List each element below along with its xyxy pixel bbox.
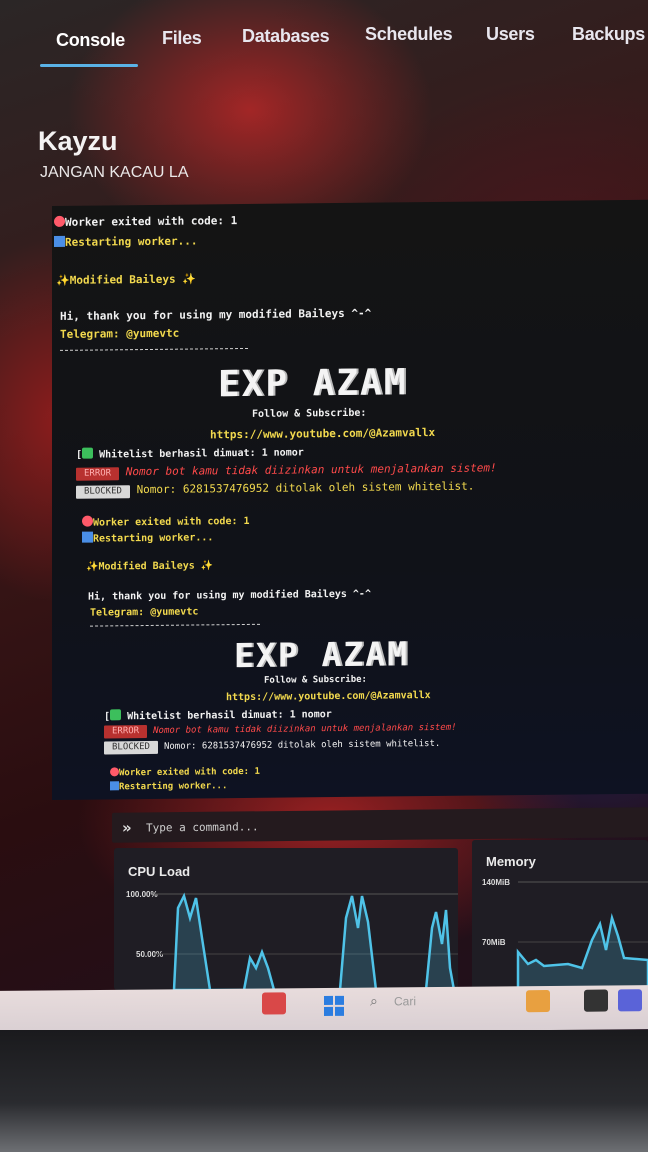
restart-icon bbox=[110, 781, 119, 791]
tab-files[interactable]: Files bbox=[162, 28, 202, 49]
red-circle-icon bbox=[54, 215, 65, 227]
console-text: Nomor: 6281537476952 ditolak oleh sistem… bbox=[136, 479, 475, 497]
console-text: Worker exited with code: 1 bbox=[93, 515, 250, 529]
console-line: ERROR Nomor bot kamu tidak diizinkan unt… bbox=[76, 461, 497, 481]
red-circle-icon bbox=[110, 767, 119, 777]
command-input[interactable] bbox=[146, 811, 636, 839]
windows-start-icon[interactable] bbox=[324, 995, 344, 1016]
cpu-load-card: CPU Load 100.00% 50.00% bbox=[114, 848, 458, 990]
console-line: BLOCKED Nomor: 6281537476952 ditolak ole… bbox=[104, 738, 440, 755]
console-line: Restarting worker... bbox=[110, 780, 227, 792]
console-text: Modified Baileys bbox=[98, 560, 195, 573]
console-text: Worker exited with code: 1 bbox=[65, 214, 238, 229]
console-line: Worker exited with code: 1 bbox=[110, 766, 260, 779]
console-line: Worker exited with code: 1 bbox=[54, 214, 237, 229]
sparkle-icon: ✨ bbox=[200, 560, 214, 572]
console-line: Follow & Subscribe: bbox=[264, 674, 367, 686]
cpu-chart bbox=[154, 892, 458, 990]
command-bar: » bbox=[112, 807, 648, 843]
console-line: [ Whitelist berhasil dimuat: 1 nomor bbox=[76, 447, 304, 461]
console-text: Restarting worker... bbox=[65, 234, 198, 249]
console-text: Worker exited with code: 1 bbox=[119, 766, 260, 779]
check-icon bbox=[110, 709, 122, 721]
server-name: Kayzu bbox=[38, 126, 118, 156]
sparkle-icon: ✨ bbox=[56, 273, 70, 287]
console-line: Worker exited with code: 1 bbox=[82, 514, 250, 529]
console-line: [ Whitelist berhasil dimuat: 1 nomor bbox=[104, 709, 332, 723]
console-line: Restarting worker... bbox=[54, 234, 197, 249]
search-icon[interactable]: ⌕ bbox=[370, 994, 378, 1010]
app-icon[interactable] bbox=[584, 989, 608, 1012]
red-circle-icon bbox=[82, 515, 93, 527]
console-text: Nomor bot kamu tidak diizinkan untuk men… bbox=[153, 722, 457, 736]
console-line: ERROR Nomor bot kamu tidak diizinkan unt… bbox=[104, 722, 457, 739]
console-text: Restarting worker... bbox=[93, 532, 214, 545]
error-tag: ERROR bbox=[104, 725, 148, 739]
ascii-banner: EXP AZAM bbox=[234, 634, 409, 676]
console-divider bbox=[90, 623, 260, 627]
ascii-banner: EXP AZAM bbox=[218, 362, 408, 406]
console-divider bbox=[60, 347, 248, 351]
console-output[interactable]: Worker exited with code: 1 Restarting wo… bbox=[52, 199, 648, 800]
tab-schedules[interactable]: Schedules bbox=[365, 24, 453, 45]
console-line: BLOCKED Nomor: 6281537476952 ditolak ole… bbox=[76, 480, 474, 499]
console-line: Telegram: @yumevtc bbox=[90, 606, 199, 619]
console-line: ✨Modified Baileys ✨ bbox=[56, 272, 196, 286]
taskbar-search[interactable]: Cari bbox=[394, 994, 416, 1008]
tab-console[interactable]: Console bbox=[56, 30, 125, 51]
console-line: Hi, thank you for using my modified Bail… bbox=[60, 306, 372, 323]
console-text: Whitelist berhasil dimuat: 1 nomor bbox=[127, 709, 332, 723]
chevron-right-icon: » bbox=[122, 818, 132, 837]
laptop-bezel bbox=[0, 1030, 648, 1152]
memory-chart bbox=[516, 881, 648, 990]
sparkle-icon: ✨ bbox=[182, 272, 196, 286]
check-icon bbox=[82, 447, 94, 459]
memory-series-line bbox=[516, 913, 648, 990]
console-text: Nomor: 6281537476952 ditolak oleh sistem… bbox=[163, 738, 441, 752]
console-text: Whitelist berhasil dimuat: 1 nomor bbox=[99, 447, 304, 461]
blocked-tag: BLOCKED bbox=[76, 485, 130, 499]
tab-backups[interactable]: Backups bbox=[572, 24, 645, 45]
tab-databases[interactable]: Databases bbox=[242, 26, 330, 47]
console-line: Restarting worker... bbox=[82, 530, 214, 545]
blocked-tag: BLOCKED bbox=[104, 740, 158, 755]
tab-users[interactable]: Users bbox=[486, 24, 535, 45]
error-tag: ERROR bbox=[76, 467, 120, 481]
sparkle-icon: ✨ bbox=[86, 561, 99, 573]
console-line: ✨Modified Baileys ✨ bbox=[86, 560, 213, 572]
os-taskbar: ⌕ Cari bbox=[0, 985, 648, 1035]
server-nav: Console Files Databases Schedules Users … bbox=[0, 0, 648, 72]
memory-card: Memory 140MiB 70MiB bbox=[472, 840, 648, 990]
active-tab-indicator bbox=[40, 64, 138, 67]
cpu-series-line bbox=[172, 892, 456, 990]
app-icon[interactable] bbox=[618, 989, 642, 1012]
app-icon[interactable] bbox=[526, 990, 550, 1013]
console-line: Follow & Subscribe: bbox=[252, 407, 367, 420]
console-text: Modified Baileys bbox=[69, 272, 176, 287]
restart-icon bbox=[82, 531, 93, 543]
console-text: Nomor bot kamu tidak diizinkan untuk men… bbox=[125, 461, 497, 479]
console-line: Hi, thank you for using my modified Bail… bbox=[88, 588, 371, 603]
restart-icon bbox=[54, 235, 65, 247]
console-text: Restarting worker... bbox=[119, 781, 228, 793]
console-line: https://www.youtube.com/@Azamvallx bbox=[226, 690, 431, 704]
console-line: Telegram: @yumevtc bbox=[60, 326, 180, 341]
console-line: https://www.youtube.com/@Azamvallx bbox=[210, 425, 436, 442]
app-icon[interactable] bbox=[262, 992, 286, 1015]
server-description: JANGAN KACAU LA bbox=[40, 164, 189, 181]
